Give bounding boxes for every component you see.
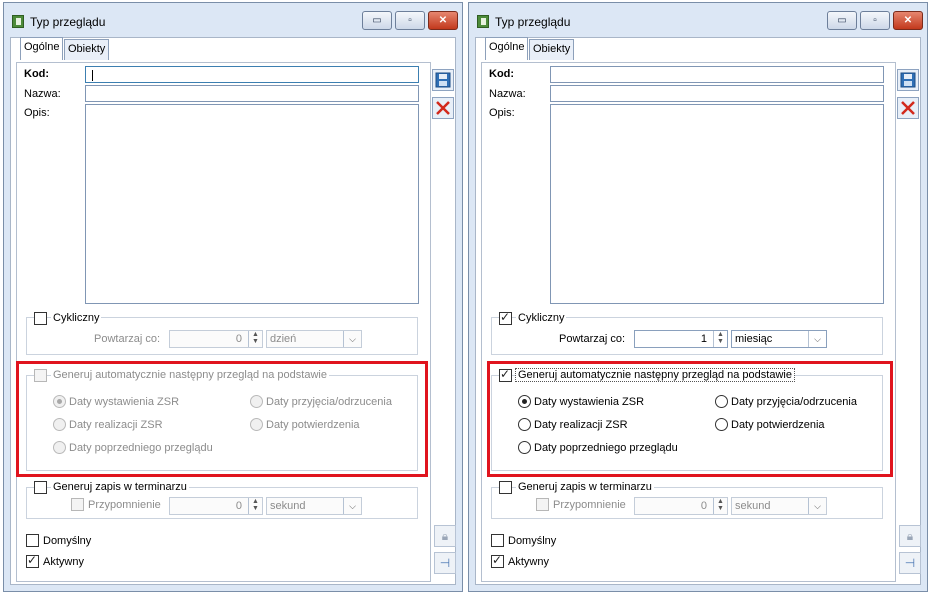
aktywny-checkbox[interactable]: ✓ xyxy=(26,553,39,568)
save-button[interactable] xyxy=(897,69,919,91)
reminder-value: 0 xyxy=(700,500,707,512)
spinner-arrows-icon[interactable]: ▲ ▼ xyxy=(713,498,727,514)
lock-icon[interactable]: 🔒︎ xyxy=(434,525,456,547)
reminder-value: 0 xyxy=(235,500,242,512)
checkmark-icon: ✓ xyxy=(500,310,511,324)
window-title: Typ przeglądu xyxy=(495,15,571,29)
title-bar: Typ przeglądu ▭ ▫ ✕ xyxy=(469,3,927,37)
repeat-value: 0 xyxy=(235,333,242,345)
window-title: Typ przeglądu xyxy=(30,15,106,29)
tab-ogolne[interactable]: Ogólne xyxy=(485,37,529,60)
repeat-label: Powtarzaj co: xyxy=(559,333,626,345)
domyslny-label: Domyślny xyxy=(43,535,92,547)
reminder-unit: sekund xyxy=(735,500,771,512)
pin-icon[interactable]: ⊣ xyxy=(899,552,921,574)
minimize-button[interactable]: ▭ xyxy=(827,11,857,30)
terminarz-label: Generuj zapis w terminarzu xyxy=(51,481,189,493)
minimize-button[interactable]: ▭ xyxy=(362,11,392,30)
domyslny-label: Domyślny xyxy=(508,535,557,547)
text-caret xyxy=(92,70,93,81)
spinner-arrows-icon[interactable]: ▲ ▼ xyxy=(248,498,262,514)
kod-input[interactable] xyxy=(550,66,884,83)
aktywny-label: Aktywny xyxy=(508,556,549,568)
reminder-unit: sekund xyxy=(270,500,306,512)
close-button[interactable]: ✕ xyxy=(428,11,458,30)
tab-obiekty[interactable]: Obiekty xyxy=(529,39,575,60)
kod-input[interactable] xyxy=(85,66,419,83)
tab-obiekty[interactable]: Obiekty xyxy=(64,39,110,60)
reminder-unit-select[interactable]: sekund ⌵ xyxy=(266,497,362,515)
spinner-arrows-icon[interactable]: ▲ ▼ xyxy=(248,331,262,347)
terminarz-checkbox[interactable] xyxy=(499,481,512,494)
title-bar: Typ przeglądu ▭ ▫ ✕ xyxy=(4,3,462,37)
delete-button[interactable] xyxy=(897,97,919,119)
przypomnienie-label: Przypomnienie xyxy=(88,499,161,511)
checkmark-icon: ✓ xyxy=(27,553,38,567)
window-left: Typ przeglądu ▭ ▫ ✕ Ogólne Obiekty Kod: … xyxy=(3,2,463,592)
repeat-unit: dzień xyxy=(270,333,297,345)
repeat-value: 1 xyxy=(700,333,707,345)
highlight-frame xyxy=(487,361,893,477)
window-right: Typ przeglądu ▭ ▫ ✕ Ogólne Obiekty Kod: … xyxy=(468,2,928,592)
cykliczny-label: Cykliczny xyxy=(516,312,567,324)
reminder-value-spinner[interactable]: 0 ▲ ▼ xyxy=(634,497,728,515)
repeat-unit-select[interactable]: miesiąc ⌵ xyxy=(731,330,827,348)
chevron-down-icon[interactable]: ⌵ xyxy=(343,498,361,514)
delete-button[interactable] xyxy=(432,97,454,119)
pin-icon[interactable]: ⊣ xyxy=(434,552,456,574)
opis-label: Opis: xyxy=(489,107,515,119)
nazwa-input[interactable] xyxy=(550,85,884,102)
reminder-value-spinner[interactable]: 0 ▲ ▼ xyxy=(169,497,263,515)
aktywny-checkbox[interactable]: ✓ xyxy=(491,553,504,568)
repeat-value-spinner[interactable]: 1 ▲ ▼ xyxy=(634,330,728,348)
domyslny-checkbox[interactable] xyxy=(491,534,504,547)
floppy-save-icon xyxy=(900,72,916,88)
checkmark-icon: ✓ xyxy=(492,553,503,567)
nazwa-label: Nazwa: xyxy=(24,88,61,100)
opis-textarea[interactable] xyxy=(550,104,884,304)
cykliczny-label: Cykliczny xyxy=(51,312,102,324)
close-button[interactable]: ✕ xyxy=(893,11,923,30)
domyslny-checkbox[interactable] xyxy=(26,534,39,547)
przypomnienie-checkbox[interactable] xyxy=(71,498,84,511)
maximize-button[interactable]: ▫ xyxy=(860,11,890,30)
chevron-down-icon[interactable]: ⌵ xyxy=(343,331,361,347)
tab-ogolne[interactable]: Ogólne xyxy=(20,37,64,60)
chevron-down-icon[interactable]: ⌵ xyxy=(808,331,826,347)
save-button[interactable] xyxy=(432,69,454,91)
repeat-label: Powtarzaj co: xyxy=(94,333,161,345)
przypomnienie-label: Przypomnienie xyxy=(553,499,626,511)
red-x-icon xyxy=(436,101,450,115)
highlight-frame xyxy=(16,361,428,477)
repeat-unit: miesiąc xyxy=(735,333,773,345)
floppy-save-icon xyxy=(435,72,451,88)
repeat-value-spinner[interactable]: 0 ▲ ▼ xyxy=(169,330,263,348)
chevron-down-icon[interactable]: ⌵ xyxy=(808,498,826,514)
lock-icon[interactable]: 🔒︎ xyxy=(899,525,921,547)
red-x-icon xyxy=(901,101,915,115)
cykliczny-checkbox[interactable] xyxy=(34,312,47,325)
kod-label: Kod: xyxy=(24,68,50,80)
nazwa-label: Nazwa: xyxy=(489,88,526,100)
cykliczny-checkbox[interactable]: ✓ xyxy=(499,310,512,325)
aktywny-label: Aktywny xyxy=(43,556,84,568)
opis-textarea[interactable] xyxy=(85,104,419,304)
maximize-button[interactable]: ▫ xyxy=(395,11,425,30)
repeat-unit-select[interactable]: dzień ⌵ xyxy=(266,330,362,348)
opis-label: Opis: xyxy=(24,107,50,119)
terminarz-checkbox[interactable] xyxy=(34,481,47,494)
spinner-arrows-icon[interactable]: ▲ ▼ xyxy=(713,331,727,347)
app-icon xyxy=(12,15,24,28)
reminder-unit-select[interactable]: sekund ⌵ xyxy=(731,497,827,515)
terminarz-label: Generuj zapis w terminarzu xyxy=(516,481,654,493)
nazwa-input[interactable] xyxy=(85,85,419,102)
app-icon xyxy=(477,15,489,28)
kod-label: Kod: xyxy=(489,68,515,80)
przypomnienie-checkbox[interactable] xyxy=(536,498,549,511)
